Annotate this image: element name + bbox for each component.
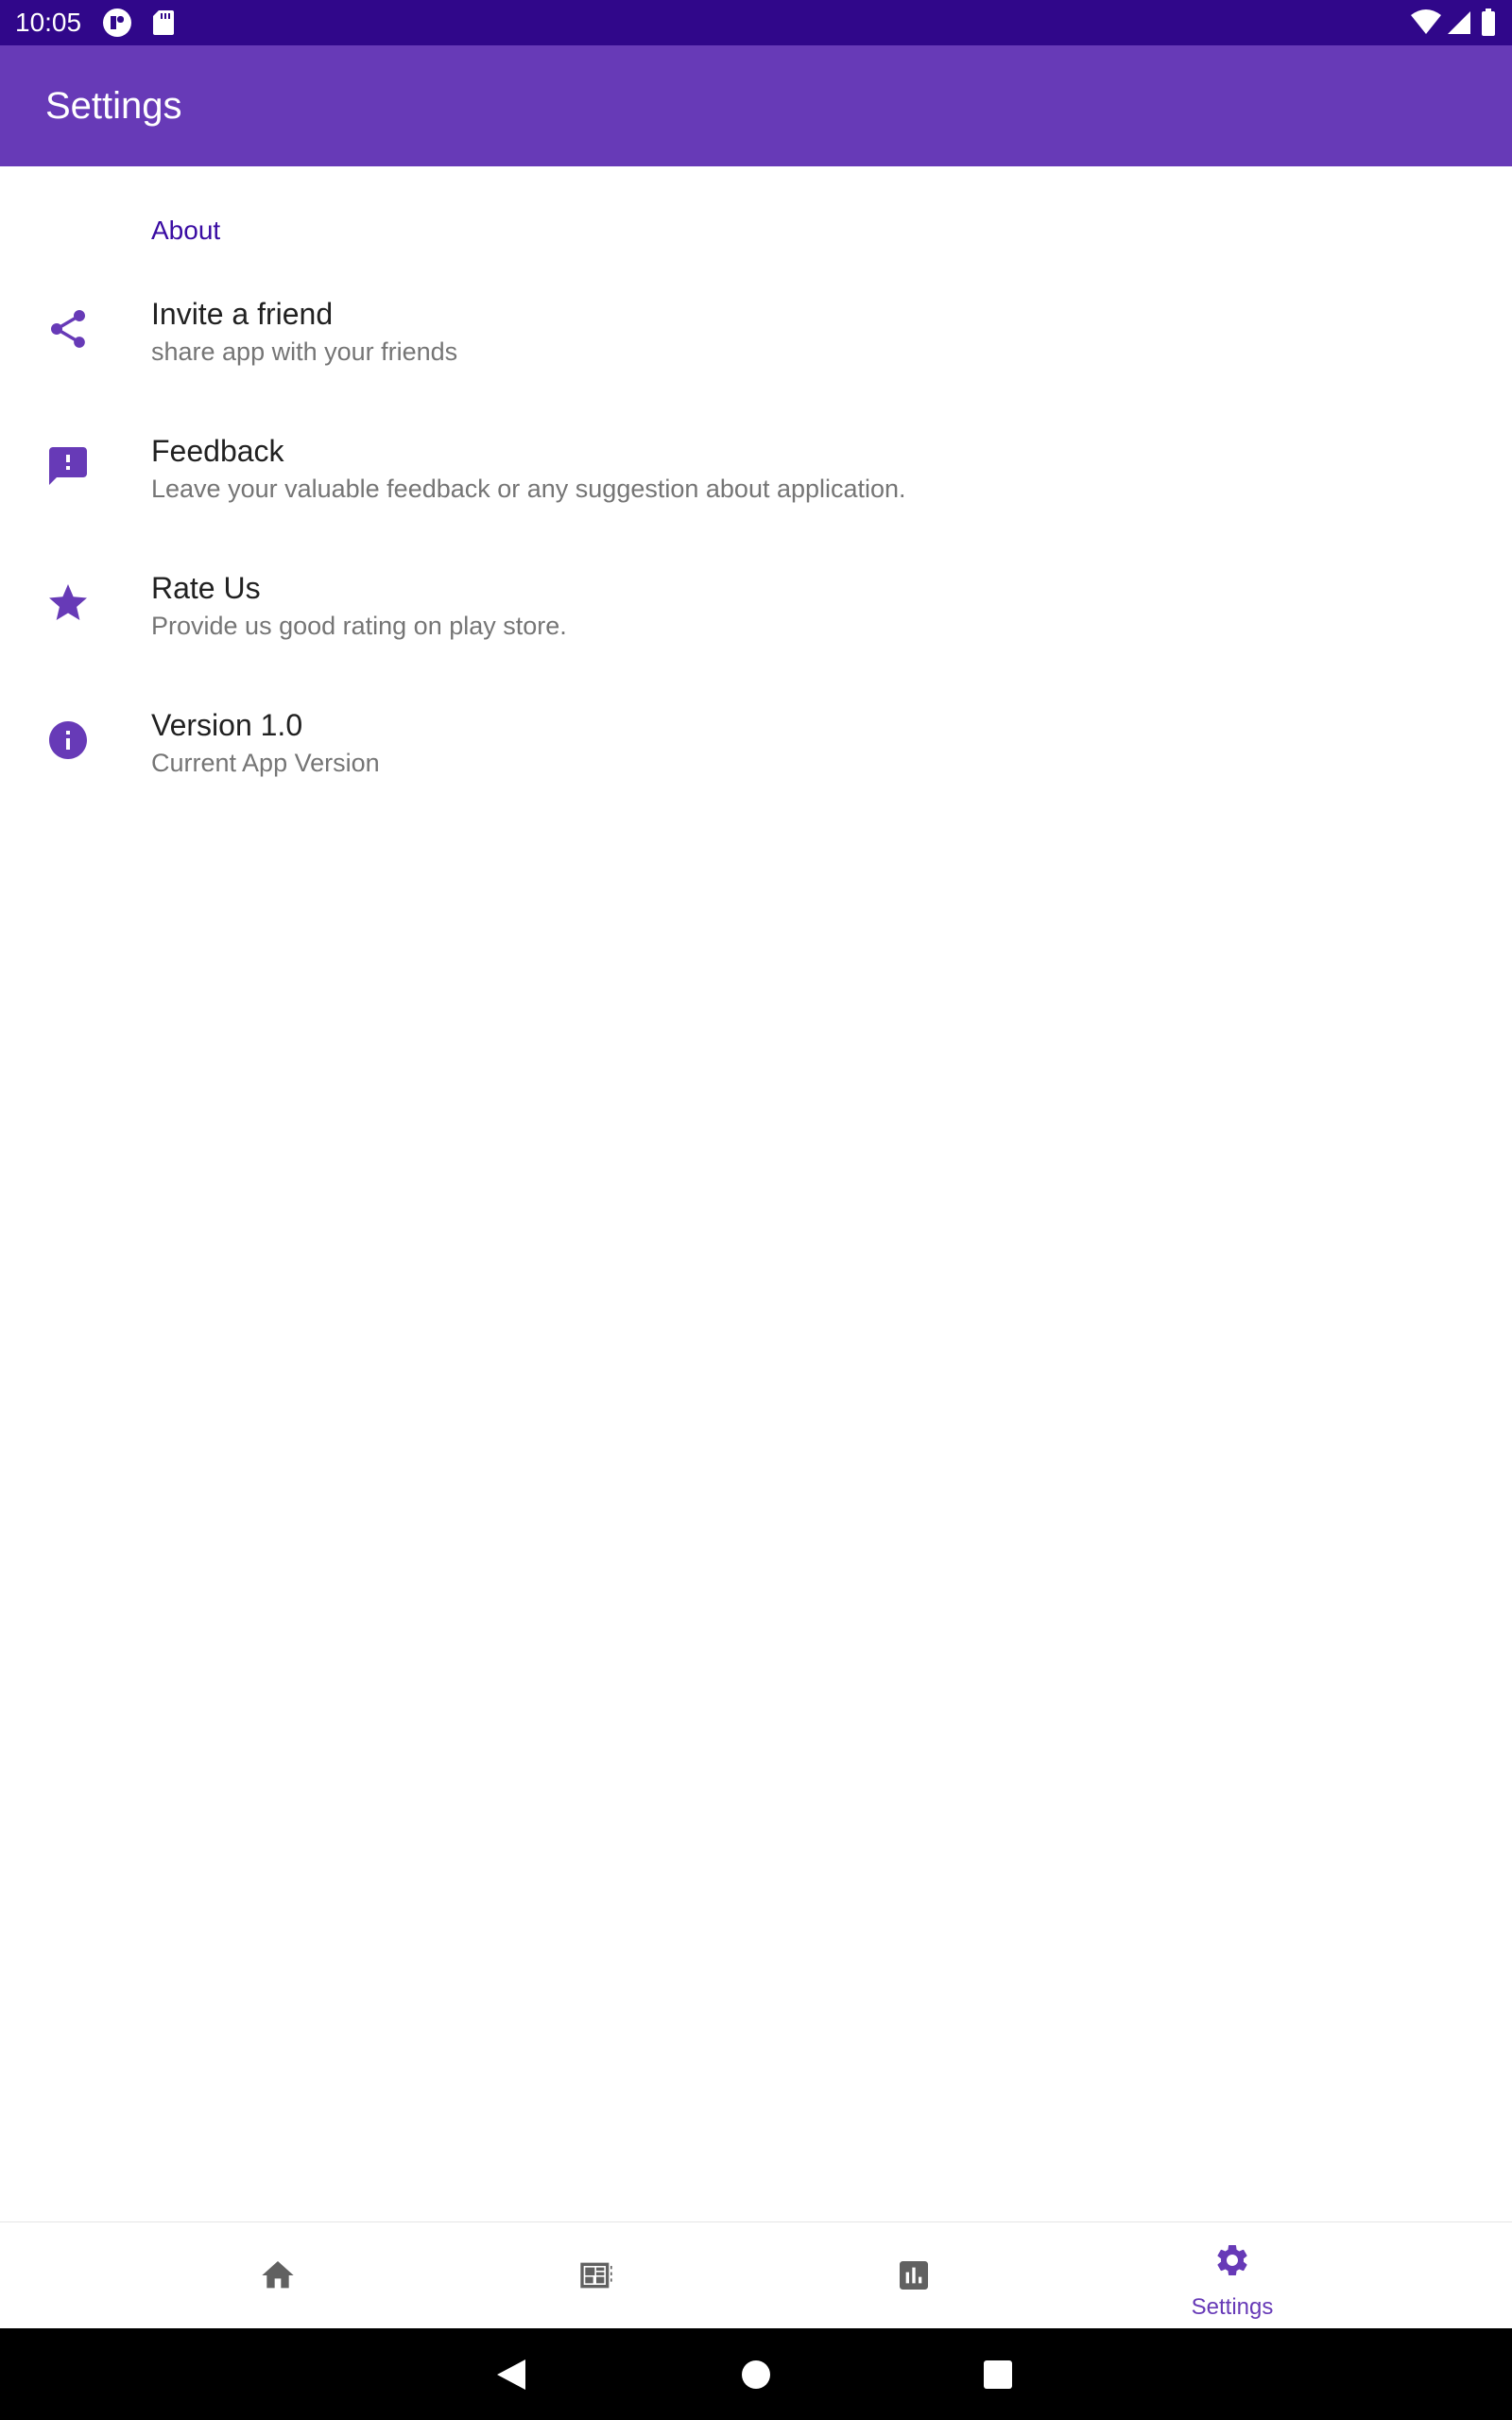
pref-title: Version 1.0	[151, 708, 303, 742]
signal-icon	[1448, 11, 1470, 34]
star-icon	[49, 584, 87, 620]
pref-title: Invite a friend	[151, 297, 334, 331]
battery-icon	[1482, 9, 1495, 36]
nav-settings[interactable]: Settings	[1043, 2222, 1421, 2329]
pref-rate-us[interactable]: Rate Us Provide us good rating on play s…	[0, 537, 1512, 674]
info-icon	[49, 721, 87, 759]
recents-icon[interactable]	[979, 2356, 1017, 2394]
pref-summary: share app with your friends	[151, 337, 458, 366]
pref-title: Feedback	[151, 434, 284, 468]
status-bar: 10:05	[0, 0, 1512, 45]
pref-summary: Provide us good rating on play store.	[151, 612, 567, 640]
home-button-icon[interactable]	[737, 2356, 775, 2394]
feedback-icon	[49, 447, 87, 485]
home-icon	[262, 2261, 294, 2289]
nav-label: Settings	[1191, 2294, 1274, 2320]
share-icon	[51, 310, 85, 348]
chart-icon	[900, 2261, 928, 2290]
pref-invite-friend[interactable]: Invite a friend share app with your frie…	[0, 263, 1512, 400]
pref-summary: Current App Version	[151, 749, 380, 777]
page-title: Settings	[45, 85, 182, 127]
status-time: 10:05	[15, 8, 82, 37]
pref-title: Rate Us	[151, 571, 261, 605]
notification-app-icon	[103, 9, 131, 37]
system-navigation-bar	[0, 2328, 1512, 2420]
pref-summary: Leave your valuable feedback or any sugg…	[151, 475, 906, 503]
dashboard-icon	[580, 2262, 612, 2289]
pref-version[interactable]: Version 1.0 Current App Version	[0, 674, 1512, 811]
back-icon[interactable]	[491, 2356, 529, 2394]
bottom-navigation: Settings	[0, 2221, 1512, 2329]
sd-card-icon	[153, 10, 174, 35]
section-header-about: About	[151, 216, 221, 245]
wifi-icon	[1411, 9, 1441, 34]
app-bar: Settings	[0, 45, 1512, 166]
pref-feedback[interactable]: Feedback Leave your valuable feedback or…	[0, 400, 1512, 537]
gear-icon	[1217, 2245, 1247, 2275]
